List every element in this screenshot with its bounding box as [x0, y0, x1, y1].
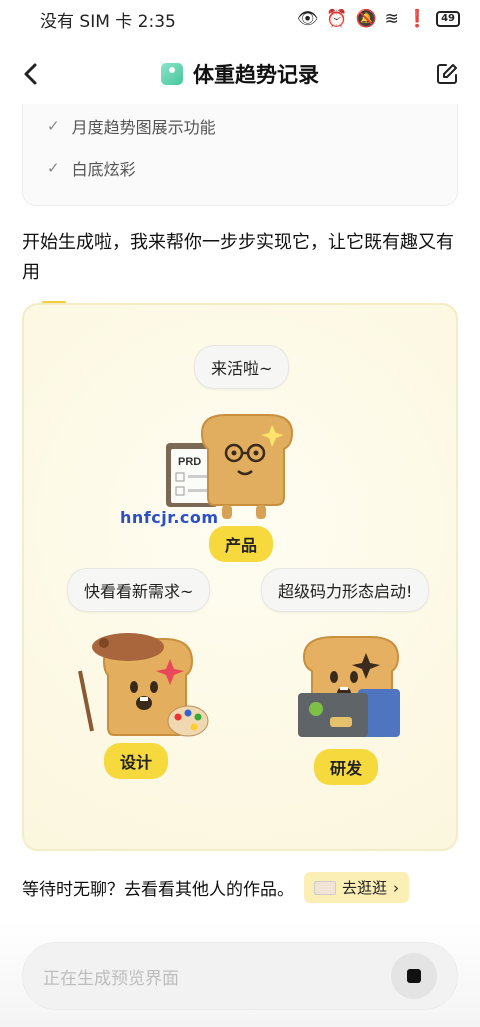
- mute-icon: 🔕: [355, 9, 377, 29]
- stop-generation-button[interactable]: [391, 953, 437, 999]
- app-icon: [161, 63, 183, 85]
- page-title: 体重趋势记录: [193, 63, 319, 87]
- stop-icon: [407, 969, 421, 983]
- design-toast-illustration: [78, 633, 209, 737]
- message-input[interactable]: 正在生成预览界面: [22, 942, 458, 1010]
- generation-preview-card: 来活啦~ PRD 产品 快看看新需求~ 超级码力形态启动! 设计 研发: [22, 303, 458, 851]
- back-button[interactable]: [18, 60, 46, 88]
- input-placeholder: 正在生成预览界面: [43, 968, 179, 989]
- browse-label: 去逛逛: [342, 879, 388, 897]
- title-group: 体重趋势记录: [161, 59, 319, 89]
- role-tag-dev: 研发: [314, 749, 379, 785]
- chevron-right-icon: ›: [393, 878, 400, 897]
- feature-label: 月度趋势图展示功能: [71, 118, 216, 137]
- edit-button[interactable]: [434, 61, 460, 87]
- status-bar: 没有 SIM 卡 2:35 👁 ⏰ 🔕 ≋ ❗ 49: [0, 0, 480, 38]
- wifi-icon: ≋: [384, 9, 399, 29]
- speech-bubble-right: 超级码力形态启动!: [261, 568, 430, 612]
- browse-button[interactable]: 去逛逛 ›: [304, 872, 410, 903]
- feature-item: ✓ 月度趋势图展示功能: [47, 114, 216, 138]
- feature-list-card: ✓ 月度趋势图展示功能 ✓ 白底炫彩: [22, 104, 458, 206]
- composer-area: 正在生成预览界面: [0, 920, 480, 1027]
- intro-message: 开始生成啦，我来帮你一步步实现它，让它既有趣又有用: [22, 232, 454, 283]
- battery-icon: 49: [436, 11, 460, 27]
- feature-item: ✓ 白底炫彩: [47, 156, 136, 180]
- alert-icon: ❗: [406, 9, 429, 29]
- wait-text: 等待时无聊？去看看其他人的作品。: [22, 880, 294, 900]
- edit-icon: [437, 64, 457, 84]
- chevron-left-icon: [24, 63, 37, 85]
- status-icons: 👁 ⏰ 🔕 ≋ ❗ 49: [297, 9, 460, 29]
- prd-label: PRD: [178, 456, 201, 468]
- app-header: 体重趋势记录: [0, 48, 480, 100]
- check-icon: ✓: [47, 159, 60, 177]
- check-icon: ✓: [47, 117, 60, 135]
- dev-toast-illustration: [298, 636, 400, 737]
- role-tag-product: 产品: [209, 526, 274, 562]
- speech-bubble-top: 来活啦~: [194, 345, 290, 389]
- carrier-time: 没有 SIM 卡 2:35: [40, 11, 176, 32]
- eye-icon: 👁: [296, 9, 319, 29]
- gallery-icon: [314, 880, 336, 895]
- role-tag-design: 设计: [104, 743, 169, 779]
- speech-bubble-left: 快看看新需求~: [67, 568, 211, 612]
- watermark-text: hnfcjr.com: [120, 508, 219, 527]
- feature-label: 白底炫彩: [71, 160, 136, 179]
- wait-prompt: 等待时无聊？去看看其他人的作品。 去逛逛 ›: [22, 872, 410, 903]
- alarm-icon: ⏰: [326, 9, 348, 29]
